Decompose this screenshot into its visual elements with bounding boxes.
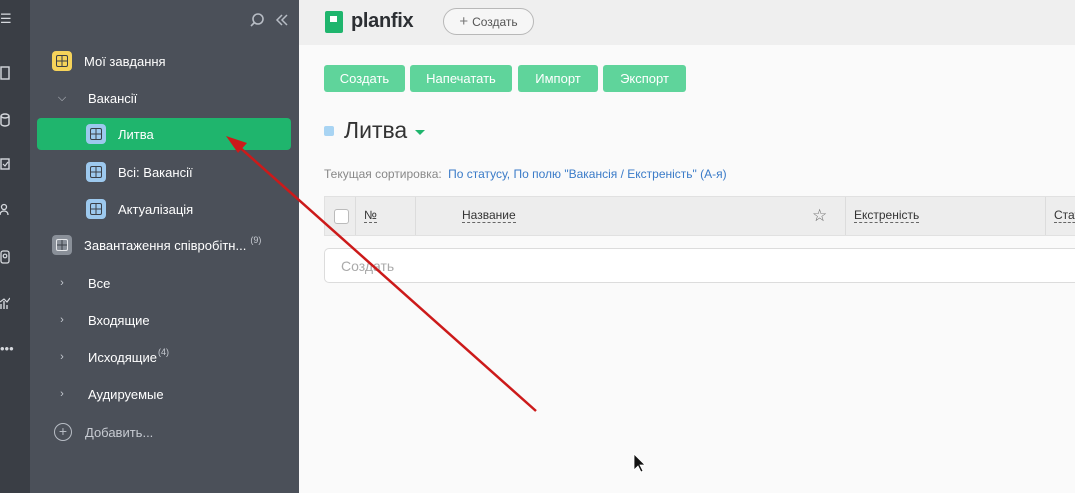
sidebar-item-actualization[interactable]: Актуалізація xyxy=(30,193,299,225)
sidebar-add-label: Добавить... xyxy=(85,424,154,440)
database-icon[interactable] xyxy=(0,113,12,127)
sidebar-item-label: Актуалізація xyxy=(118,201,194,217)
select-all-checkbox[interactable] xyxy=(334,197,349,235)
sidebar-item-incoming[interactable]: › Входящие xyxy=(30,304,299,336)
grid-icon xyxy=(86,124,106,144)
caret-down-icon[interactable] xyxy=(415,129,426,135)
sidebar: Мої завдання ⌵ Вакансії Литва Всі: Вакан… xyxy=(30,0,299,493)
quick-create-row xyxy=(324,248,1075,283)
top-header: planfix + Создать xyxy=(299,0,1075,45)
logo-icon xyxy=(325,10,343,33)
sidebar-item-vacancies[interactable]: ⌵ Вакансії xyxy=(30,82,299,114)
sidebar-item-audited[interactable]: › Аудируемые xyxy=(30,378,299,410)
grid-icon xyxy=(52,235,72,255)
sidebar-item-all[interactable]: › Все xyxy=(30,267,299,299)
sidebar-item-label: Мої завдання xyxy=(84,53,166,69)
document-icon[interactable] xyxy=(0,66,12,80)
sidebar-item-label: Исходящие xyxy=(88,349,157,365)
header-create-label: Создать xyxy=(472,14,518,29)
sort-value-link[interactable]: По статусу, По полю "Вакансія / Екстрені… xyxy=(448,167,727,181)
sidebar-item-lytva[interactable]: Литва xyxy=(37,118,291,150)
planfix-logo[interactable]: planfix xyxy=(325,10,414,33)
main-content: Создать Напечатать Импорт Экспорт Литва … xyxy=(299,45,1075,493)
menu-icon[interactable]: ☰ xyxy=(0,12,12,26)
count-badge: (4) xyxy=(157,347,169,357)
sidebar-item-all-vacancies[interactable]: Всі: Вакансії xyxy=(30,156,299,188)
people-icon[interactable] xyxy=(0,203,12,217)
header-create-button[interactable]: + Создать xyxy=(443,8,534,35)
sidebar-item-label: Аудируемые xyxy=(88,386,164,402)
sort-label: Текущая сортировка: xyxy=(324,167,442,181)
column-urgency[interactable]: Екстреність xyxy=(854,197,920,235)
chevron-right-icon[interactable]: › xyxy=(52,314,72,326)
page-title-text: Литва xyxy=(344,117,408,143)
search-icon[interactable] xyxy=(249,12,265,32)
sidebar-item-label: Литва xyxy=(118,126,154,142)
chevron-right-icon[interactable]: › xyxy=(52,351,72,363)
export-button[interactable]: Экспорт xyxy=(603,65,686,92)
sidebar-item-label: Всі: Вакансії xyxy=(118,164,193,180)
import-button[interactable]: Импорт xyxy=(518,65,598,92)
quick-create-input[interactable] xyxy=(325,249,1025,282)
title-color-marker xyxy=(324,125,334,136)
sidebar-item-label: Завантаження співробітн... xyxy=(84,237,247,253)
grid-icon xyxy=(86,199,106,219)
sidebar-top-controls xyxy=(249,12,289,32)
count-badge: (9) xyxy=(250,235,262,245)
column-number[interactable]: № xyxy=(364,197,377,235)
print-button[interactable]: Напечатать xyxy=(410,65,512,92)
create-button[interactable]: Создать xyxy=(324,65,405,92)
chevron-down-icon[interactable]: ⌵ xyxy=(52,92,72,105)
contact-icon[interactable] xyxy=(0,250,12,264)
grid-icon xyxy=(52,51,72,71)
sidebar-item-label: Вакансії xyxy=(88,90,138,106)
plus-icon: + xyxy=(459,13,469,30)
icon-rail: ☰ ••• xyxy=(0,0,30,493)
chart-icon[interactable] xyxy=(0,296,12,310)
sidebar-item-outgoing[interactable]: › Исходящие (4) xyxy=(30,341,299,373)
column-status[interactable]: Стат xyxy=(1054,197,1075,235)
more-icon[interactable]: ••• xyxy=(0,342,14,356)
logo-text: planfix xyxy=(351,10,414,32)
sidebar-item-label: Входящие xyxy=(88,312,150,328)
star-icon[interactable]: ☆ xyxy=(812,207,827,224)
grid-icon xyxy=(86,162,106,182)
current-sorting: Текущая сортировка: По статусу, По полю … xyxy=(324,167,727,181)
page-title: Литва xyxy=(324,117,426,144)
table-header: № Название ☆ Екстреність Стат xyxy=(324,196,1075,236)
sidebar-item-my-tasks[interactable]: Мої завдання xyxy=(30,45,299,77)
task-icon[interactable] xyxy=(0,157,12,171)
sidebar-item-employee-load[interactable]: Завантаження співробітн... (9) xyxy=(30,229,299,261)
plus-circle-icon: + xyxy=(54,423,72,441)
column-name[interactable]: Название xyxy=(462,197,516,235)
sidebar-add-button[interactable]: + Добавить... xyxy=(30,416,299,448)
collapse-sidebar-icon[interactable] xyxy=(275,12,289,32)
sidebar-item-label: Все xyxy=(88,275,111,291)
chevron-right-icon[interactable]: › xyxy=(52,277,72,289)
chevron-right-icon[interactable]: › xyxy=(52,388,72,400)
